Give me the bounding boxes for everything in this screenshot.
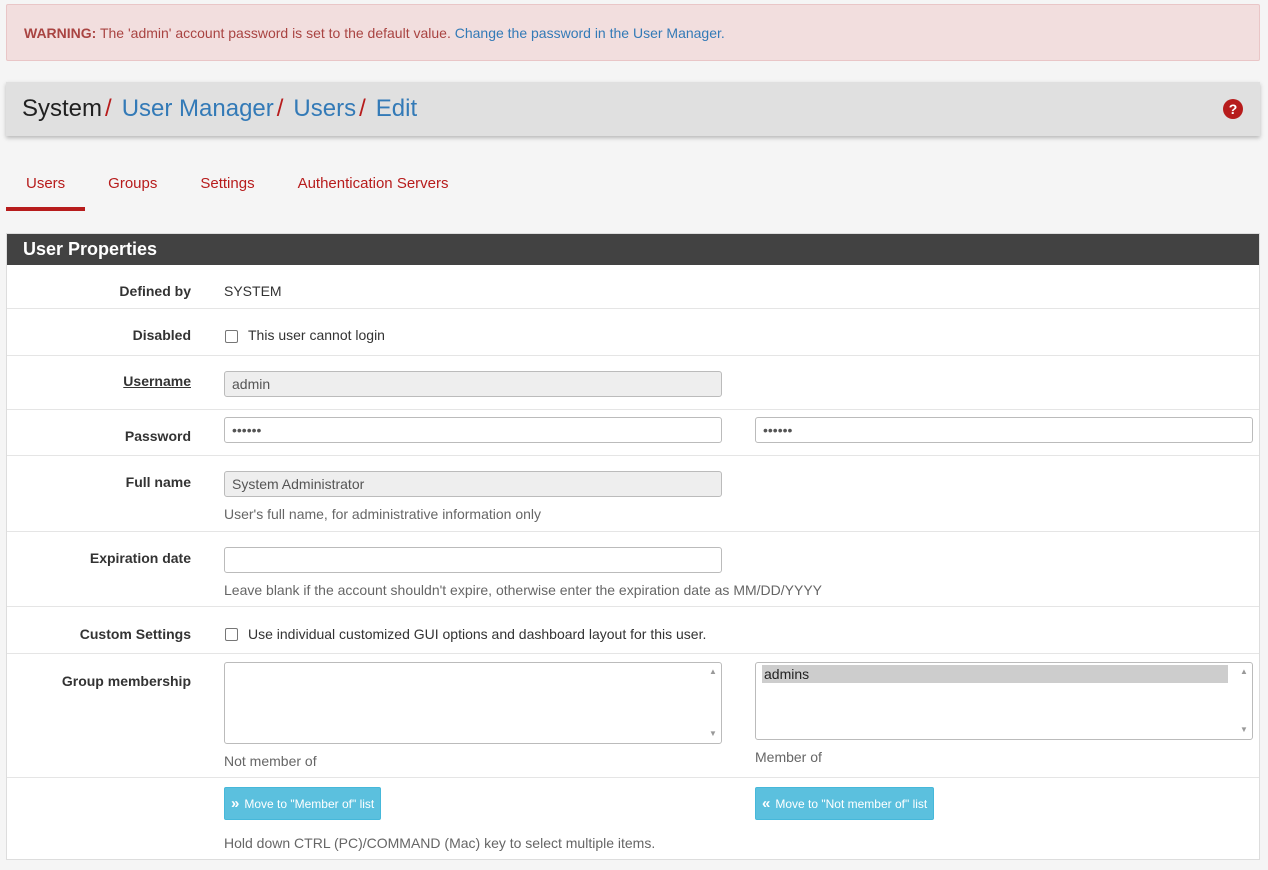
change-password-link[interactable]: Change the password in the User Manager. (455, 25, 725, 41)
breadcrumb-edit[interactable]: Edit (376, 95, 417, 122)
scroll-down-icon[interactable]: ▼ (1239, 725, 1249, 735)
help-icon[interactable]: ? (1223, 99, 1243, 119)
group-membership-label: Group membership (61, 673, 191, 689)
multi-select-help: Hold down CTRL (PC)/COMMAND (Mac) key to… (224, 835, 656, 851)
row-username: Username admin (7, 356, 1259, 410)
expiration-date-input[interactable] (224, 547, 722, 573)
breadcrumb-users[interactable]: Users (293, 95, 356, 122)
breadcrumb: System / User Manager / Users / Edit ? (6, 82, 1260, 136)
tab-bar: Users Groups Settings Authentication Ser… (6, 160, 472, 211)
username-input[interactable]: admin (224, 371, 722, 397)
move-to-not-member-label: Move to "Not member of" list (775, 797, 928, 811)
member-of-caption: Member of (755, 749, 822, 765)
full-name-input[interactable]: System Administrator (224, 471, 722, 497)
breadcrumb-separator: / (359, 95, 366, 122)
password-label: Password (124, 428, 191, 444)
member-of-list[interactable]: admins ▲ ▼ (755, 662, 1253, 740)
scroll-up-icon[interactable]: ▲ (708, 667, 718, 677)
not-member-of-list[interactable]: ▲ ▼ (224, 662, 722, 744)
custom-settings-checkbox[interactable] (225, 628, 238, 641)
double-chevron-left-icon: « (762, 795, 771, 812)
password-input[interactable]: •••••• (224, 417, 722, 443)
scroll-down-icon[interactable]: ▼ (708, 729, 718, 739)
not-member-of-caption: Not member of (224, 753, 317, 769)
double-chevron-right-icon: » (231, 795, 240, 812)
expiration-date-help: Leave blank if the account shouldn't exp… (224, 582, 823, 598)
custom-settings-label: Custom Settings (79, 626, 191, 642)
tab-users[interactable]: Users (6, 160, 86, 211)
move-to-member-label: Move to "Member of" list (244, 797, 375, 811)
tab-groups[interactable]: Groups (88, 160, 177, 211)
username-label: Username (123, 373, 191, 389)
row-expiration-date: Expiration date Leave blank if the accou… (7, 532, 1259, 607)
disabled-checkbox-label[interactable]: This user cannot login (248, 327, 385, 343)
tab-authentication-servers[interactable]: Authentication Servers (278, 160, 469, 211)
breadcrumb-user-manager[interactable]: User Manager (122, 95, 274, 122)
default-password-alert: WARNING: The 'admin' account password is… (6, 4, 1260, 61)
full-name-help: User's full name, for administrative inf… (224, 506, 542, 522)
alert-prefix: WARNING: (24, 25, 97, 41)
member-of-option[interactable]: admins (762, 665, 1228, 683)
row-move-buttons: » Move to "Member of" list « Move to "Not … (7, 778, 1259, 859)
custom-settings-checkbox-label[interactable]: Use individual customized GUI options an… (248, 626, 706, 642)
breadcrumb-separator: / (105, 95, 112, 122)
row-group-membership: Group membership ▲ ▼ Not member of admin… (7, 654, 1259, 778)
row-disabled: Disabled This user cannot login (7, 309, 1259, 356)
disabled-label: Disabled (132, 327, 191, 343)
user-properties-panel: User Properties Defined by SYSTEM Disabl… (6, 233, 1260, 860)
expiration-date-label: Expiration date (89, 550, 191, 566)
move-to-member-button[interactable]: » Move to "Member of" list (224, 787, 382, 820)
row-full-name: Full name System Administrator User's fu… (7, 456, 1259, 532)
full-name-label: Full name (125, 474, 191, 490)
breadcrumb-system: System (22, 95, 103, 122)
row-password: Password •••••• •••••• (7, 410, 1259, 456)
defined-by-label: Defined by (119, 283, 191, 299)
move-to-not-member-button[interactable]: « Move to "Not member of" list (755, 787, 935, 820)
scroll-up-icon[interactable]: ▲ (1239, 667, 1249, 677)
row-custom-settings: Custom Settings Use individual customize… (7, 607, 1259, 654)
defined-by-value: SYSTEM (224, 283, 282, 299)
tab-settings[interactable]: Settings (180, 160, 274, 211)
alert-message: The 'admin' account password is set to t… (96, 25, 455, 41)
breadcrumb-separator: / (276, 95, 284, 122)
disabled-checkbox[interactable] (225, 330, 238, 343)
row-defined-by: Defined by SYSTEM (7, 265, 1259, 309)
password-confirm-input[interactable]: •••••• (755, 417, 1253, 443)
panel-title: User Properties (7, 234, 1259, 265)
